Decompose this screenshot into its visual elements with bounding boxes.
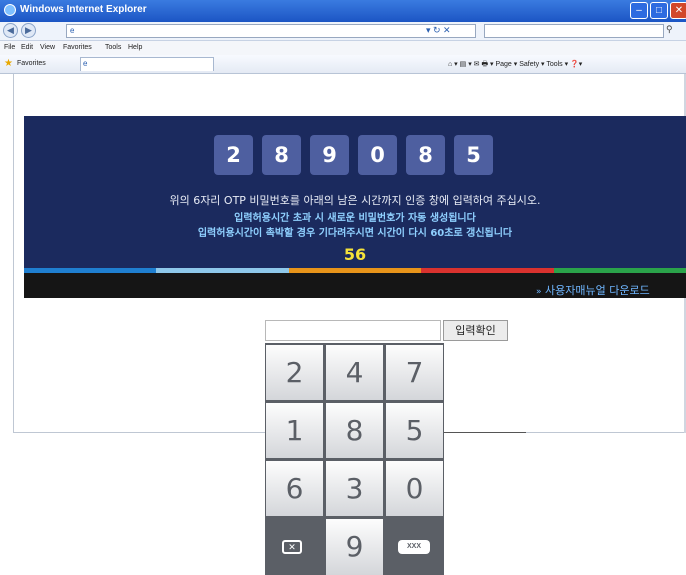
menu-bar: File Edit View Favorites Tools Help: [0, 41, 686, 55]
clear-label: XXX: [398, 540, 430, 554]
otp-digit: 2: [214, 135, 253, 175]
menu-file[interactable]: File: [4, 44, 15, 51]
manual-download-link[interactable]: » 사용자매뉴얼 다운로드: [536, 282, 650, 298]
search-icon[interactable]: ⚲: [666, 24, 673, 35]
menu-edit[interactable]: Edit: [21, 44, 33, 51]
otp-digit: 5: [454, 135, 493, 175]
favorites-label[interactable]: Favorites: [17, 60, 46, 67]
otp-timeout-notice: 입력허용시간 초과 시 새로운 비밀번호가 자동 생성됩니다: [234, 213, 476, 224]
divider: [444, 432, 526, 433]
command-bar[interactable]: ⌂ ▾ ▤ ▾ ✉ 🖶 ▾ Page ▾ Safety ▾ Tools ▾ ❓▾: [448, 60, 582, 71]
minimize-button[interactable]: –: [630, 2, 648, 19]
otp-digit: 8: [262, 135, 301, 175]
favorites-star-icon[interactable]: ★: [4, 58, 13, 69]
search-input[interactable]: [484, 24, 664, 38]
menu-help[interactable]: Help: [128, 44, 142, 51]
backspace-icon: ✕: [282, 540, 302, 554]
address-bar: ◀ ▶ e ▾ ↻ ✕ ⚲: [0, 22, 686, 41]
otp-input[interactable]: [265, 320, 441, 341]
menu-favorites[interactable]: Favorites: [63, 44, 92, 51]
keypad-key[interactable]: 1: [266, 403, 323, 458]
otp-digit: 9: [310, 135, 349, 175]
confirm-button[interactable]: 입력확인: [443, 320, 508, 341]
refresh-stop-icons[interactable]: ▾ ↻ ✕: [426, 25, 451, 36]
otp-refresh-notice: 입력허용시간이 촉박할 경우 기다려주시면 시간이 다시 60초로 갱신됩니다: [197, 228, 513, 239]
favorites-bar: ★ Favorites e ⌂ ▾ ▤ ▾ ✉ 🖶 ▾ Page ▾ Safet…: [0, 55, 686, 74]
tab-page-icon: e: [83, 59, 88, 68]
menu-tools[interactable]: Tools: [105, 44, 121, 51]
keypad-key[interactable]: 3: [326, 461, 383, 516]
page-icon: e: [70, 26, 75, 35]
otp-instruction: 위의 6자리 OTP 비밀번호를 아래의 남은 시간까지 인증 창에 입력하여 …: [169, 194, 541, 207]
back-icon[interactable]: ◀: [3, 23, 18, 38]
keypad-key[interactable]: 6: [266, 461, 323, 516]
forward-icon[interactable]: ▶: [21, 23, 36, 38]
manual-download-label: 사용자매뉴얼 다운로드: [545, 284, 650, 297]
countdown-timer: 56: [343, 245, 367, 264]
menu-view[interactable]: View: [40, 44, 55, 51]
keypad-key[interactable]: 4: [326, 345, 383, 400]
keypad-key[interactable]: 5: [386, 403, 443, 458]
ie-logo-icon: [4, 4, 16, 16]
keypad-key[interactable]: 9: [326, 519, 383, 575]
keypad-key[interactable]: 8: [326, 403, 383, 458]
otp-digit: 0: [358, 135, 397, 175]
close-button[interactable]: ✕: [670, 2, 686, 19]
otp-digit: 8: [406, 135, 445, 175]
double-arrow-icon: »: [536, 287, 542, 297]
window-title: Windows Internet Explorer: [20, 4, 147, 15]
keypad-key[interactable]: 0: [386, 461, 443, 516]
keypad-key[interactable]: 2: [266, 345, 323, 400]
address-input[interactable]: [66, 24, 476, 38]
maximize-button[interactable]: □: [650, 2, 668, 19]
browser-tab[interactable]: [80, 57, 214, 71]
keypad-key[interactable]: 7: [386, 345, 443, 400]
